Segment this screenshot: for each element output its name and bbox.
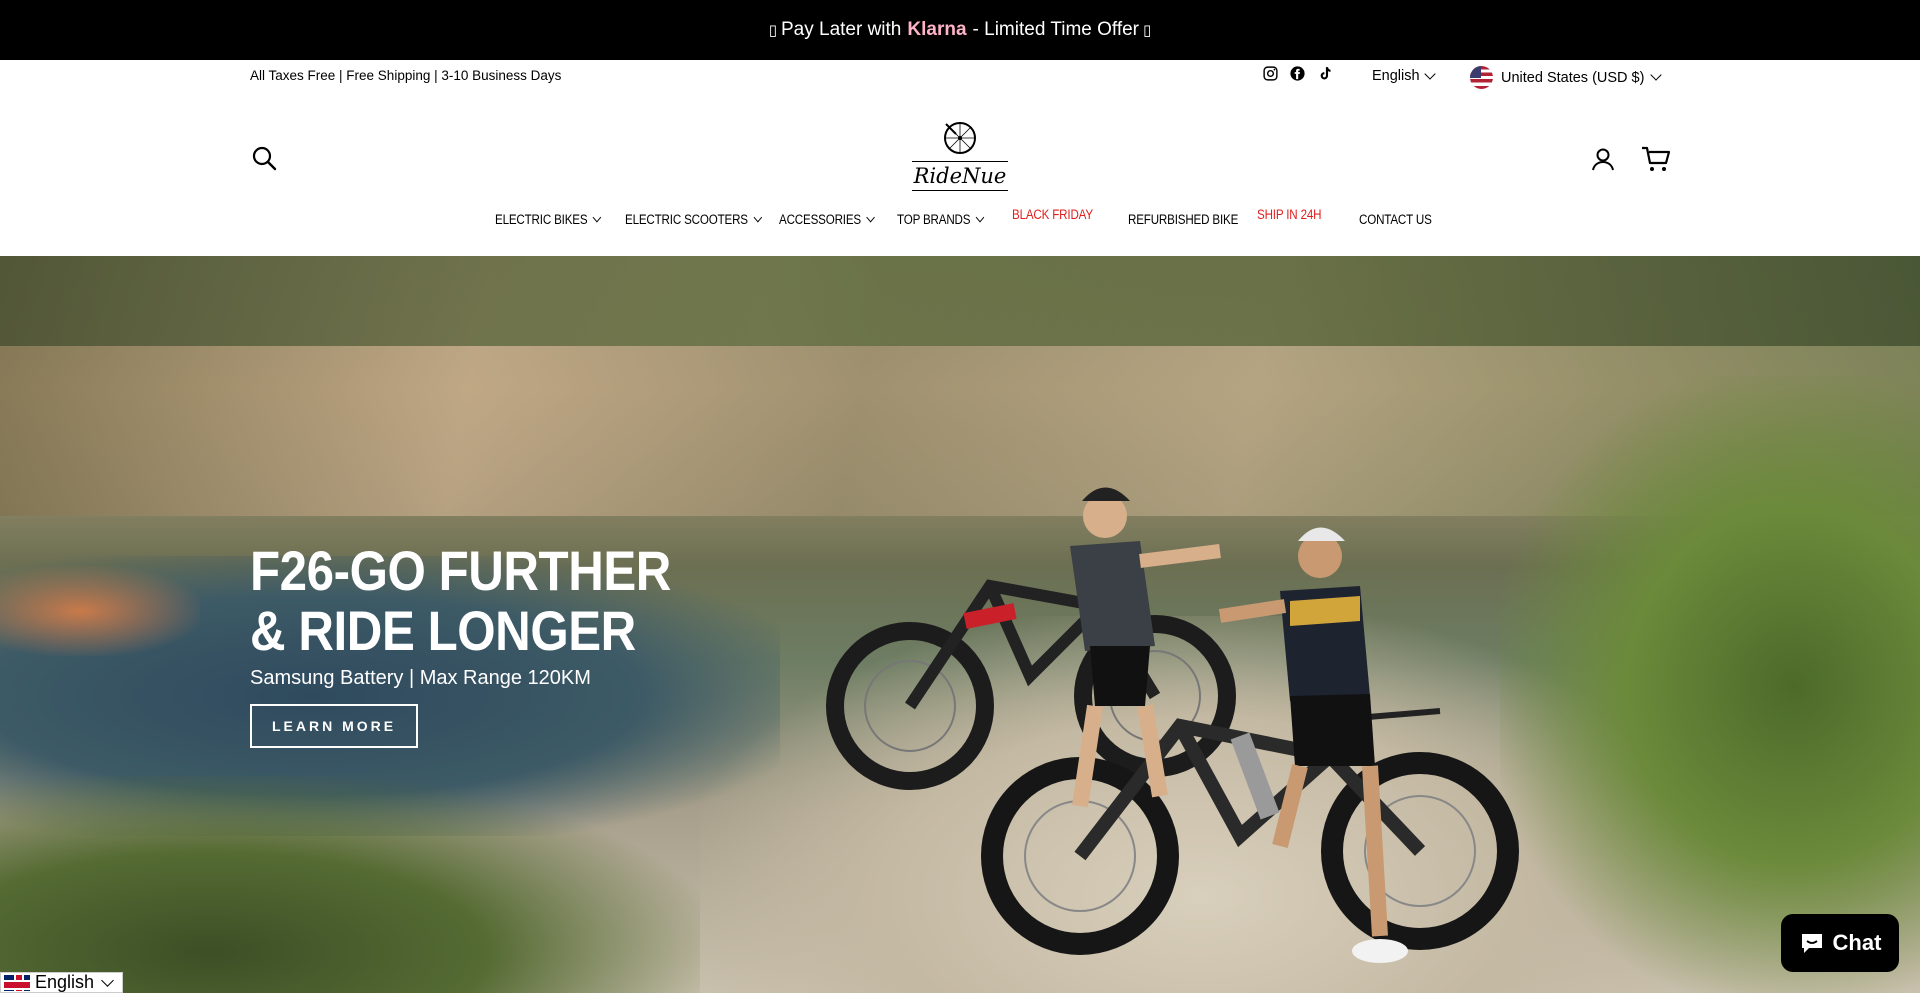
nav-item-contact-us[interactable]: CONTACT US: [1359, 212, 1432, 227]
search-icon[interactable]: [251, 145, 277, 171]
chevron-down-icon: [1650, 69, 1663, 81]
translate-language-selector[interactable]: English: [0, 972, 123, 993]
nav-item-label: BLACK FRIDAY: [1012, 207, 1093, 222]
hero-copy: F26-GO FURTHER & RIDE LONGER Samsung Bat…: [250, 541, 770, 748]
facebook-icon[interactable]: [1289, 65, 1306, 82]
us-flag-icon: [1470, 66, 1493, 89]
logo-wordmark: RideNue: [912, 161, 1008, 191]
main-nav: ELECTRIC BIKES ELECTRIC SCOOTERS ACCESSO…: [0, 205, 1920, 235]
hero-background-forest: [0, 256, 1920, 346]
nav-item-refurbished-bike[interactable]: REFURBISHED BIKE: [1128, 212, 1238, 227]
nav-item-label: TOP BRANDS: [897, 212, 971, 227]
nav-item-top-brands[interactable]: TOP BRANDS: [897, 212, 985, 227]
nav-item-electric-bikes[interactable]: ELECTRIC BIKES: [495, 212, 602, 227]
language-label: English: [1372, 68, 1420, 84]
hero-background-bushes-left: [0, 776, 700, 993]
nav-item-black-friday[interactable]: BLACK FRIDAY: [1012, 207, 1093, 222]
hero-background-soil: [0, 566, 200, 656]
chat-button[interactable]: Chat: [1781, 914, 1899, 972]
currency-selector[interactable]: United States (USD $): [1470, 66, 1663, 89]
chevron-down-icon: [753, 212, 763, 223]
nav-item-label: REFURBISHED BIKE: [1128, 212, 1239, 227]
social-links: [1262, 65, 1333, 82]
hero-title: F26-GO FURTHER & RIDE LONGER: [250, 539, 671, 662]
instagram-icon[interactable]: [1262, 65, 1279, 82]
nav-item-label: CONTACT US: [1359, 212, 1432, 227]
hero-subtitle: Samsung Battery | Max Range 120KM: [250, 667, 591, 689]
announcement-bar[interactable]: ▯ Pay Later with Klarna - Limited Time O…: [0, 0, 1920, 60]
tiktok-icon[interactable]: [1316, 65, 1333, 82]
utility-bar: All Taxes Free | Free Shipping | 3-10 Bu…: [0, 60, 1920, 90]
chat-label: Chat: [1832, 930, 1882, 955]
nav-item-label: ACCESSORIES: [779, 212, 861, 227]
nav-item-label: ELECTRIC BIKES: [495, 212, 588, 227]
learn-more-button[interactable]: LEARN MORE: [250, 704, 419, 748]
translate-language-label: English: [35, 972, 95, 992]
cart-icon[interactable]: [1641, 145, 1671, 173]
announcement-glyph-right: ▯: [1143, 21, 1152, 39]
site-header: RideNue: [0, 100, 1920, 200]
nav-item-electric-scooters[interactable]: ELECTRIC SCOOTERS: [625, 212, 763, 227]
nav-item-label: SHIP IN 24H: [1257, 207, 1322, 222]
announcement-suffix: - Limited Time Offer: [972, 19, 1140, 40]
nav-item-label: ELECTRIC SCOOTERS: [625, 212, 748, 227]
nav-item-ship-in-24h[interactable]: SHIP IN 24H: [1257, 207, 1322, 222]
chat-bubble-icon: [1801, 934, 1822, 953]
uk-flag-icon: [4, 974, 30, 991]
announcement-prefix: Pay Later with: [780, 19, 902, 40]
chevron-down-icon: [866, 212, 876, 223]
shipping-info: All Taxes Free | Free Shipping | 3-10 Bu…: [250, 68, 562, 83]
account-icon[interactable]: [1590, 146, 1616, 172]
announcement-glyph-left: ▯: [768, 21, 777, 39]
hero-banner[interactable]: F26-GO FURTHER & RIDE LONGER Samsung Bat…: [0, 256, 1920, 993]
bicycle-wheel-logo-icon: [944, 122, 976, 154]
site-logo[interactable]: RideNue: [912, 120, 1008, 192]
chevron-down-icon: [1423, 67, 1436, 80]
language-selector[interactable]: English: [1372, 67, 1436, 84]
chevron-down-icon: [593, 212, 602, 223]
currency-label: United States (USD $): [1501, 69, 1645, 86]
chevron-down-icon: [975, 212, 985, 223]
klarna-text: Klarna: [907, 19, 967, 40]
riders-illustration: [826, 487, 1519, 963]
nav-item-accessories[interactable]: ACCESSORIES: [779, 212, 876, 227]
chevron-down-icon: [101, 973, 114, 987]
